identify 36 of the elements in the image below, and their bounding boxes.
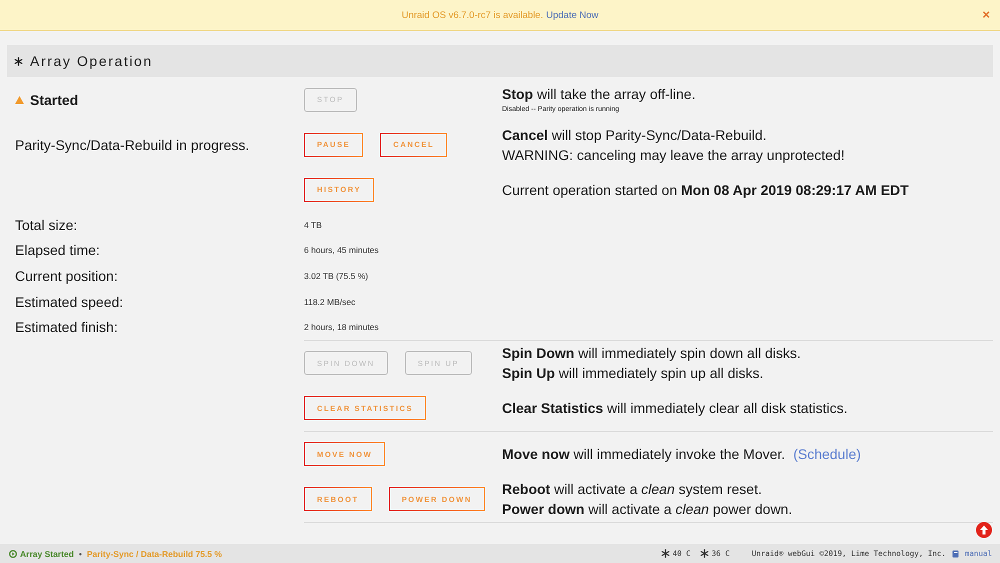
stat-label: Current position: (15, 268, 119, 284)
stat-value: 2 hours, 18 minutes (304, 322, 380, 332)
stat-label: Total size: (15, 216, 78, 233)
play-icon (9, 550, 17, 558)
stat-label: Elapsed time: (15, 242, 101, 258)
action-description: Reboot will activate a clean system reset. (502, 481, 763, 498)
stat-value: 4 TB (304, 220, 323, 230)
update-link[interactable]: Update Now (546, 10, 598, 20)
stat-value: 3.02 TB (75.5 %) (304, 270, 370, 281)
schedule-link[interactable]: (Schedule) (793, 446, 861, 462)
action-description: Stop will take the array off-line. (502, 86, 696, 102)
stat-value: 6 hours, 45 minutes (304, 245, 380, 256)
close-icon[interactable]: × (982, 8, 990, 21)
action-description: Cancel will stop Parity-Sync/Data-Rebuild. (502, 126, 768, 142)
array-status: Array Started (20, 548, 74, 558)
action-description: Spin Up will immediately spin up all disks. (502, 365, 764, 382)
update-message: Unraid OS v6.7.0-rc7 is available. (402, 10, 544, 20)
operation-status: Parity-Sync / Data-Rebuild 75.5 % (86, 548, 222, 558)
scroll-top-icon[interactable] (976, 522, 992, 538)
stat-label: Estimated finish: (15, 319, 119, 336)
stat-value: 118.2 MB/sec (304, 296, 356, 307)
book-icon (952, 550, 959, 558)
panel-title: Array Operation (30, 53, 153, 69)
snowflake-icon (14, 56, 23, 66)
array-state: Started (30, 92, 78, 108)
action-description: Current operation started on Mon 08 Apr 2019 08:29:17 AM EDT (502, 182, 910, 198)
action-description: Power down will activate a clean power down. (502, 501, 794, 518)
action-description: Move now will immediately invoke the Mover. (502, 446, 786, 462)
action-description: Clear Statistics will immediately clear all disk statistics. (502, 400, 848, 416)
action-description: Spin Down will immediately spin down all disks. (502, 345, 802, 362)
stat-label: Estimated speed: (15, 294, 124, 310)
snowflake-icon (660, 549, 670, 558)
snowflake-icon (700, 549, 709, 558)
action-description: WARNING: canceling may leave the array unprotected! (502, 146, 846, 162)
operation-label: Parity-Sync/Data-Rebuild in progress. (15, 136, 250, 152)
separator-dot: • (78, 548, 82, 558)
